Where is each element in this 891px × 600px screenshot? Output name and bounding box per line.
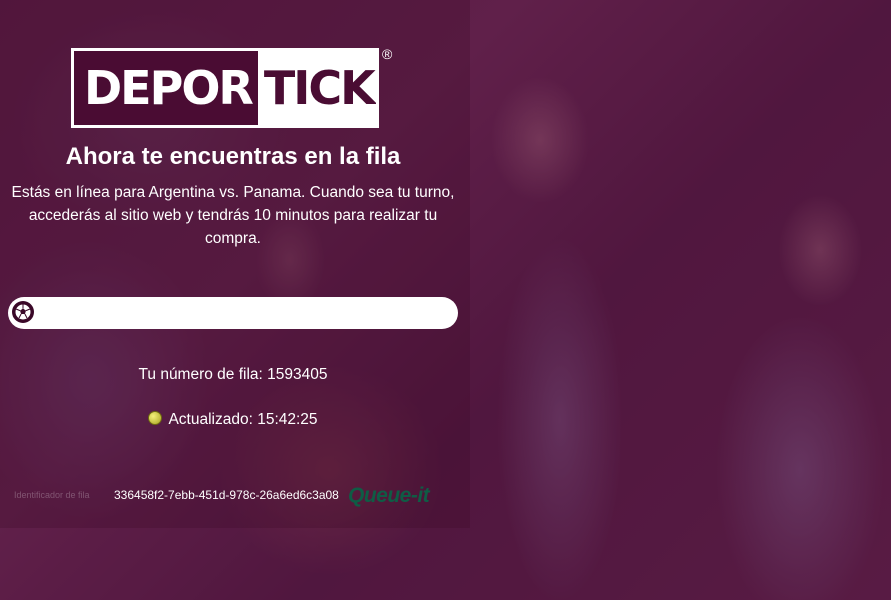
deportick-logo: DEPOR TICK bbox=[71, 48, 379, 128]
queue-id-label: Identificador de fila bbox=[14, 490, 90, 500]
queue-description: Estás en línea para Argentina vs. Panama… bbox=[11, 184, 455, 247]
queue-number: Tu número de fila: 1593405 bbox=[138, 366, 328, 383]
last-updated: Actualizado: 15:42:25 bbox=[0, 411, 466, 429]
last-updated-text: Actualizado: 15:42:25 bbox=[168, 411, 318, 428]
queue-id-value: 336458f2-7ebb-451d-978c-26a6ed6c3a08 bbox=[114, 488, 339, 502]
queue-progress-bar bbox=[8, 297, 458, 329]
logo-text-depor: DEPOR bbox=[84, 61, 254, 115]
page-title: Ahora te encuentras en la fila bbox=[65, 143, 401, 170]
queue-it-logo[interactable]: Queue-it bbox=[348, 484, 430, 508]
status-dot-icon bbox=[148, 411, 163, 425]
logo-text-tick: TICK bbox=[257, 51, 376, 125]
registered-mark: ® bbox=[382, 46, 393, 62]
soccer-ball-icon bbox=[12, 301, 34, 323]
